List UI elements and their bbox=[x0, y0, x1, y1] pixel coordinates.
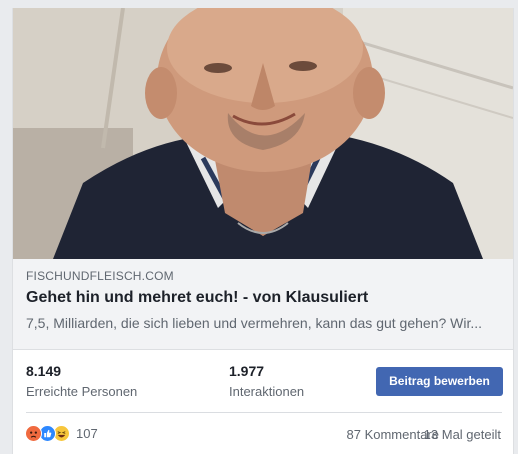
link-preview-image[interactable] bbox=[13, 8, 513, 259]
post-card: FISCHUNDFLEISCH.COM Gehet hin und mehret… bbox=[12, 8, 514, 454]
reactions-summary[interactable]: 107 bbox=[25, 425, 98, 442]
engagement-value: 1.977 bbox=[229, 363, 265, 379]
reaction-count: 107 bbox=[76, 426, 98, 441]
reach-value: 8.149 bbox=[26, 363, 62, 379]
reach-label: Erreichte Personen bbox=[26, 384, 138, 399]
link-title[interactable]: Gehet hin und mehret euch! - von Klausul… bbox=[26, 289, 368, 307]
engagement-label: Interaktionen bbox=[229, 384, 305, 399]
promote-post-button[interactable]: Beitrag bewerben bbox=[376, 367, 503, 396]
link-domain: FISCHUNDFLEISCH.COM bbox=[26, 269, 174, 283]
portrait-photo bbox=[13, 8, 513, 259]
angry-reaction-icon bbox=[25, 425, 42, 442]
link-preview-meta[interactable]: FISCHUNDFLEISCH.COM Gehet hin und mehret… bbox=[13, 259, 513, 350]
engagement-stat: 1.977 Interaktionen bbox=[229, 363, 304, 399]
reach-stat: 8.149 Erreichte Personen bbox=[26, 363, 137, 399]
shares-link[interactable]: 13 Mal geteilt bbox=[424, 427, 501, 442]
post-footer: 107 87 Kommentare 13 Mal geteilt bbox=[13, 413, 513, 454]
link-description: 7,5, Milliarden, die sich lieben und ver… bbox=[26, 315, 483, 331]
